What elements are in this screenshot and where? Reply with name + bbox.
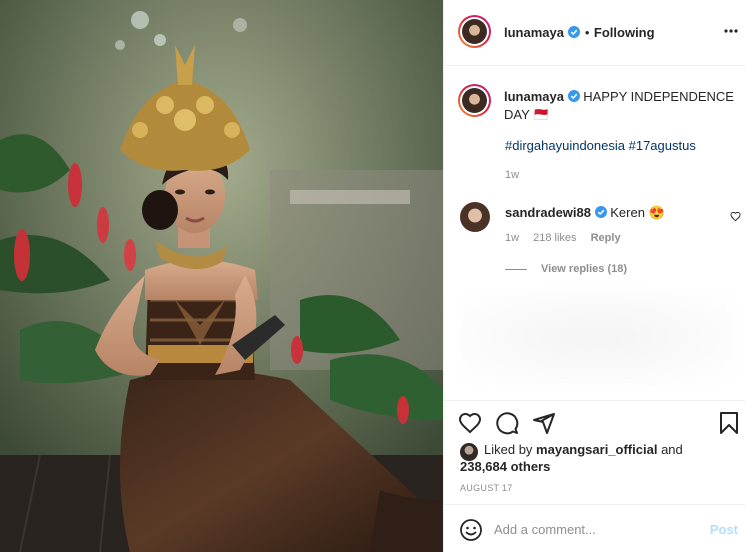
comment-like-heart-icon[interactable]: [730, 211, 741, 222]
commenter-username[interactable]: sandradewi88: [505, 205, 591, 220]
comment-time[interactable]: 1w: [505, 232, 519, 244]
hashtag-link[interactable]: #17agustus: [629, 138, 696, 153]
post-actions: [444, 400, 745, 440]
loading-placeholder: [462, 290, 732, 385]
follow-separator: •: [584, 25, 590, 40]
emoji-icon[interactable]: [459, 518, 483, 542]
post-header: lunamaya • Following: [444, 0, 745, 66]
author-username[interactable]: lunamaya: [504, 25, 564, 40]
view-replies-button[interactable]: View replies (18): [505, 263, 627, 275]
comment-text: Keren 😍: [610, 205, 665, 220]
post-date[interactable]: AUGUST 17: [460, 483, 513, 493]
likes-count[interactable]: 238,684 others: [460, 459, 550, 474]
likes-summary: Liked by mayangsari_official and 238,684…: [460, 441, 740, 475]
verified-badge-icon: [568, 26, 581, 38]
more-options-icon[interactable]: [724, 24, 738, 38]
reply-button[interactable]: Reply: [591, 232, 621, 244]
caption-time[interactable]: 1w: [505, 169, 519, 181]
likes-and: and: [661, 442, 683, 457]
following-button[interactable]: Following: [594, 25, 655, 40]
caption: lunamaya HAPPY INDEPENDENCE DAY 🇲🇨: [504, 88, 734, 124]
comment-icon[interactable]: [495, 411, 519, 435]
post-photo-illustration: [0, 0, 443, 552]
author-avatar[interactable]: [458, 15, 491, 48]
verified-badge-icon: [594, 206, 607, 218]
add-comment-input[interactable]: [494, 518, 699, 540]
bookmark-icon[interactable]: [717, 411, 741, 435]
comment-meta: 1w 218 likes Reply: [505, 232, 632, 244]
caption-hashtags: #dirgahayuindonesia #17agustus: [505, 138, 696, 153]
post-image[interactable]: [0, 0, 443, 552]
caption-author-avatar[interactable]: [458, 84, 491, 117]
comment-item: sandradewi88 Keren 😍 1w 218 likes Reply: [460, 200, 745, 260]
commenter-avatar[interactable]: [460, 202, 490, 232]
post-comment-button[interactable]: Post: [710, 522, 738, 537]
liker-username[interactable]: mayangsari_official: [536, 442, 657, 457]
comment-likes[interactable]: 218 likes: [533, 232, 576, 244]
post-detail-panel: lunamaya • Following lunamaya HAPPY INDE…: [443, 0, 745, 552]
add-comment-bar: Post: [444, 504, 745, 552]
view-replies-label: View replies (18): [541, 263, 628, 275]
send-icon[interactable]: [532, 411, 556, 435]
caption-author-username[interactable]: lunamaya: [504, 89, 564, 104]
verified-badge-icon: [567, 90, 580, 102]
hashtag-link[interactable]: #dirgahayuindonesia: [505, 138, 625, 153]
replies-divider-line: [505, 268, 527, 270]
likes-prefix: Liked by: [484, 442, 533, 457]
heart-icon[interactable]: [458, 411, 482, 435]
